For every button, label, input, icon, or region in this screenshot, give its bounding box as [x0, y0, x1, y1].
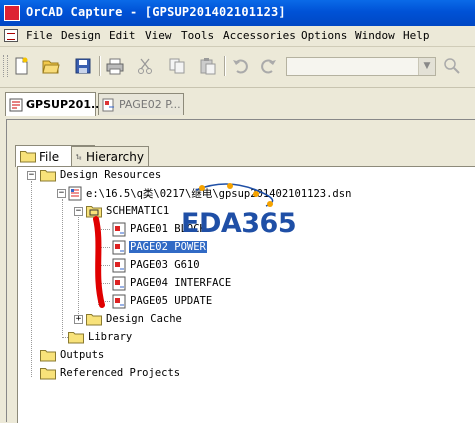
tree-label: Library: [88, 331, 133, 343]
tree-label: PAGE02 POWER: [129, 241, 207, 253]
menu-window[interactable]: Window: [355, 29, 395, 42]
schematic-page-icon: [112, 294, 126, 308]
part-search-combo[interactable]: ▼: [286, 57, 436, 76]
folder-icon: [68, 331, 84, 343]
window-title: OrCAD Capture - [GPSUP201402101123]: [26, 5, 286, 19]
tree-item-page05[interactable]: PAGE05 UPDATE: [112, 293, 213, 309]
copy-icon[interactable]: [166, 55, 188, 77]
menu-tools[interactable]: Tools: [181, 29, 214, 42]
tree-item-page02[interactable]: PAGE02 POWER: [112, 239, 207, 255]
tree-label: Outputs: [60, 349, 105, 361]
folder-icon: [40, 367, 56, 379]
menu-bar: File Design Edit View Tools Accessories …: [0, 26, 475, 47]
chevron-down-icon[interactable]: ▼: [418, 58, 435, 75]
tree-label: PAGE03 G610: [130, 259, 200, 271]
tab-label: PAGE02 P...: [119, 98, 181, 111]
toolbar: ▼: [0, 47, 475, 88]
red-annotation-mark: [93, 216, 105, 308]
menu-file[interactable]: File: [26, 29, 53, 42]
redo-icon[interactable]: [258, 55, 280, 77]
tab-label: GPSUP201..*: [26, 98, 106, 111]
tree-label: PAGE04 INTERFACE: [130, 277, 232, 289]
print-icon[interactable]: [104, 55, 126, 77]
menu-help[interactable]: Help: [403, 29, 430, 42]
tree-label: SCHEMATIC1: [106, 205, 170, 217]
schematic-page-icon: [112, 276, 126, 290]
menu-design[interactable]: Design: [61, 29, 101, 42]
zoom-icon[interactable]: [441, 55, 463, 77]
menu-edit[interactable]: Edit: [109, 29, 136, 42]
tree-connector: [78, 217, 79, 322]
project-manager-panel: File Hierarchy − Design Resources − e:\1…: [6, 119, 475, 423]
schematic-page-icon: [112, 240, 126, 254]
open-icon[interactable]: [40, 55, 62, 77]
tree-connector: [62, 199, 63, 335]
schematic-page-icon: [112, 222, 126, 236]
tree-item-referenced-projects[interactable]: Referenced Projects: [40, 365, 181, 381]
undo-icon[interactable]: [229, 55, 251, 77]
tree-item-outputs[interactable]: Outputs: [40, 347, 105, 363]
folder-icon: [40, 349, 56, 361]
tree-label: Referenced Projects: [60, 367, 181, 379]
toolbar-separator: [99, 56, 101, 76]
hierarchy-icon: [76, 153, 82, 160]
toolbar-separator: [224, 56, 226, 76]
panel-header: [7, 120, 475, 144]
document-tab-strip: GPSUP201..* PAGE02 P...: [0, 88, 475, 118]
schematic-page-icon: [102, 98, 114, 111]
tree-item-library[interactable]: Library: [68, 329, 133, 345]
paste-icon[interactable]: [197, 55, 219, 77]
tab-label: File: [39, 149, 60, 164]
tree-item-design-cache[interactable]: Design Cache: [86, 311, 183, 327]
title-bar: OrCAD Capture - [GPSUP201402101123]: [0, 0, 475, 26]
tab-hierarchy[interactable]: Hierarchy: [71, 146, 149, 166]
tree-label: PAGE05 UPDATE: [130, 295, 213, 307]
tab-page02[interactable]: PAGE02 P...: [98, 93, 184, 115]
tree-item-design-resources[interactable]: Design Resources: [40, 167, 162, 183]
tree-item-page04[interactable]: PAGE04 INTERFACE: [112, 275, 232, 291]
schematic-page-icon: [112, 258, 126, 272]
collapse-toggle[interactable]: −: [57, 189, 66, 198]
menu-view[interactable]: View: [145, 29, 172, 42]
expand-toggle[interactable]: +: [74, 315, 83, 324]
orcad-app-icon[interactable]: [4, 5, 20, 21]
tree-connector: [31, 181, 32, 377]
save-icon[interactable]: [72, 55, 94, 77]
toolbar-grip[interactable]: [3, 55, 8, 77]
collapse-toggle[interactable]: −: [74, 207, 83, 216]
tree-item-page03[interactable]: PAGE03 G610: [112, 257, 201, 273]
tree-label: Design Resources: [60, 169, 162, 181]
folder-icon: [86, 313, 102, 325]
document-menu-icon[interactable]: [4, 29, 18, 42]
tab-label: Hierarchy: [85, 149, 144, 164]
eda365-watermark: EDA365: [181, 208, 297, 239]
menu-options[interactable]: Options: [301, 29, 347, 42]
collapse-toggle[interactable]: −: [27, 171, 36, 180]
folder-icon: [20, 151, 36, 163]
design-file-icon: [68, 186, 82, 200]
cut-icon[interactable]: [134, 55, 156, 77]
tab-gpsup-project[interactable]: GPSUP201..*: [5, 92, 105, 116]
new-icon[interactable]: [10, 55, 32, 77]
project-icon: [9, 98, 23, 111]
menu-accessories[interactable]: Accessories: [223, 29, 296, 42]
tree-label: Design Cache: [106, 313, 182, 325]
folder-open-icon: [40, 169, 56, 181]
